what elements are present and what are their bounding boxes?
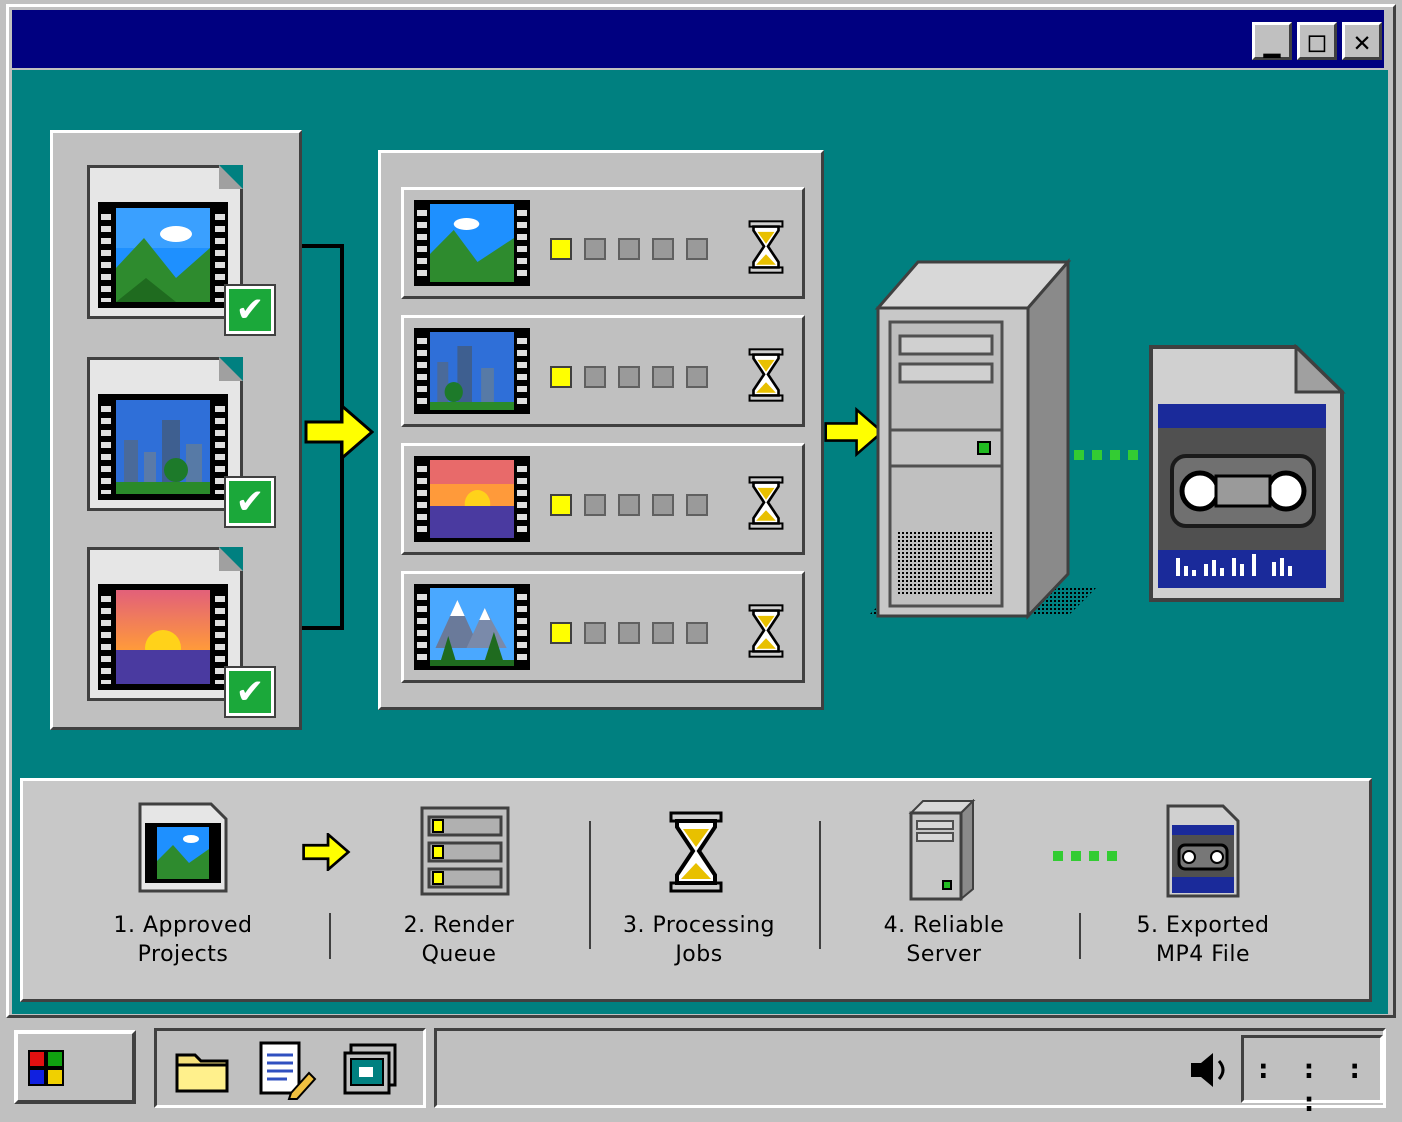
folder-icon[interactable] [175,1047,229,1093]
render-queue-panel [378,150,824,710]
approved-check-icon: ✔ [224,284,276,336]
close-button[interactable]: ✕ [1342,22,1382,60]
render-queue-icon [420,806,510,896]
step-2-caption: 2. Render Queue [403,913,515,967]
maximize-button[interactable]: □ [1297,22,1337,60]
minimize-icon: ▁ [1263,24,1281,58]
exported-mp4-file-icon[interactable] [1148,344,1348,604]
progress-block [584,622,606,644]
progress-block [584,238,606,260]
progress-block [618,494,640,516]
dotted-connector [1074,450,1138,460]
project-file-city[interactable]: ✔ [87,357,276,528]
queue-row[interactable] [401,315,805,427]
maximize-icon: □ [1308,24,1326,58]
queue-row[interactable] [401,571,805,683]
progress-block [652,238,674,260]
step-4-caption: 4. Reliable Server [883,913,1005,967]
film-thumbnail [414,456,530,542]
hourglass-icon [669,811,723,893]
progress-block [550,366,572,388]
step-3-caption: 3. Processing Jobs [623,913,775,967]
film-thumbnail [414,328,530,414]
progress-block [584,366,606,388]
progress-block [652,622,674,644]
mp4-file-icon [1166,804,1240,898]
progress-block [686,622,708,644]
clock-text: : : : : [1254,1052,1370,1118]
hourglass-icon [748,476,784,530]
progress-block [686,494,708,516]
diagram-canvas: ✔ ✔ ✔ 1. Approved Projects 2. Render Que… [12,70,1388,1014]
progress-block [550,494,572,516]
speaker-icon[interactable] [1189,1051,1231,1089]
approved-check-icon: ✔ [224,666,276,718]
project-file-sunset[interactable]: ✔ [87,547,276,718]
hourglass-icon [748,348,784,402]
project-file-mountains[interactable]: ✔ [87,165,276,336]
notepad-icon[interactable] [257,1039,317,1101]
quick-launch-bar [154,1028,426,1108]
step-5-caption: 5. Exported MP4 File [1136,913,1270,967]
film-thumbnail [414,584,530,670]
arrow-right-icon [304,404,374,460]
approved-check-icon: ✔ [224,476,276,528]
progress-block [618,622,640,644]
clock[interactable]: : : : : [1241,1035,1383,1118]
queue-row[interactable] [401,187,805,299]
monitor-icon[interactable] [341,1041,399,1099]
progress-block [584,494,606,516]
taskbar: : : : : [6,1022,1396,1118]
approved-projects-icon [138,802,228,893]
legend-divider [1079,913,1081,959]
task-area: : : : : [434,1028,1386,1118]
progress-block [652,366,674,388]
legend-divider [819,821,821,949]
progress-block [550,238,572,260]
film-thumbnail [414,200,530,286]
approved-projects-panel: ✔ ✔ ✔ [50,130,302,730]
progress-block [686,366,708,388]
progress-block [618,238,640,260]
legend-divider [589,821,591,949]
close-icon: ✕ [1353,24,1371,58]
progress-block [550,622,572,644]
progress-block [652,494,674,516]
hourglass-icon [748,604,784,658]
legend-panel: 1. Approved Projects 2. Render Queue 3. Pr… [20,778,1372,1002]
start-button[interactable] [14,1030,136,1104]
title-bar[interactable]: ▁ □ ✕ [12,10,1384,68]
hourglass-icon [748,220,784,274]
server-small-icon [908,799,976,902]
queue-row[interactable] [401,443,805,555]
windows-logo-icon [28,1050,64,1086]
server-icon [868,257,1098,620]
step-1-caption: 1. Approved Projects [113,913,253,967]
dotted-connector [1053,851,1117,861]
legend-divider [329,913,331,959]
progress-block [686,238,708,260]
progress-block [618,366,640,388]
arrow-right-icon [302,833,351,871]
minimize-button[interactable]: ▁ [1252,22,1292,60]
